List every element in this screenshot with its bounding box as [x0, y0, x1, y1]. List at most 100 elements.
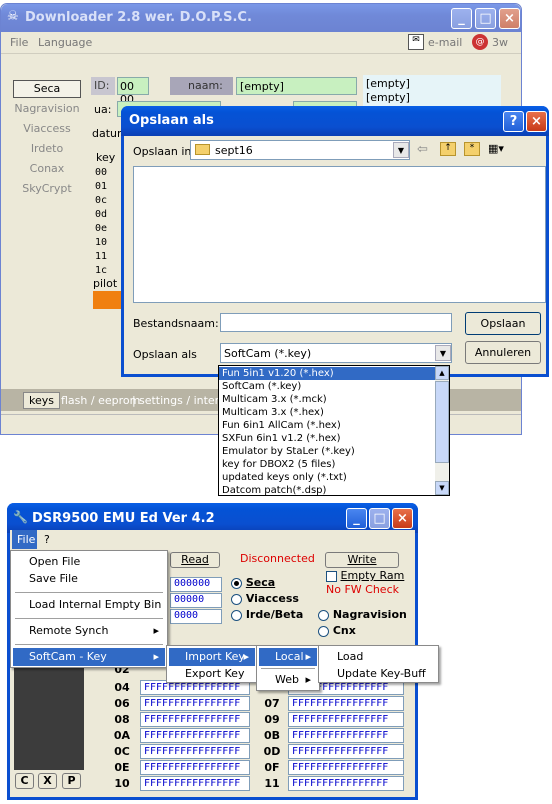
radio-viaccess-dot[interactable] — [231, 593, 242, 605]
system-skycrypt[interactable]: SkyCrypt — [11, 182, 83, 195]
cancel-button[interactable]: Annuleren — [465, 341, 541, 364]
dsr-minimize-button[interactable]: _ — [346, 508, 367, 529]
dsr-menu-help[interactable]: ? — [44, 533, 50, 546]
menu-web[interactable]: Web ▸ — [259, 671, 317, 689]
dsr-titlebar[interactable]: 🔧 DSR9500 EMU Ed Ver 4.2 _ □ × — [7, 503, 418, 533]
type-option[interactable]: SXFun 6in1 v1.2 (*.hex) — [219, 432, 435, 445]
empty-ram-check[interactable]: Empty Ram — [326, 569, 404, 582]
dsr-maximize-button[interactable]: □ — [369, 508, 390, 529]
radio-seca[interactable]: Seca — [231, 576, 275, 589]
menu-load[interactable]: Load — [321, 648, 436, 666]
type-combo[interactable]: SoftCam (*.key) ▼ — [220, 343, 452, 363]
type-option[interactable]: updated keys only (*.txt) — [219, 471, 435, 484]
read-button[interactable]: Read — [170, 552, 220, 568]
system-irdeto[interactable]: Irdeto — [11, 142, 83, 155]
type-option[interactable]: Fun 5in1 v1.20 (*.hex) — [219, 367, 435, 380]
type-option[interactable]: Multicam 3.x (*.mck) — [219, 393, 435, 406]
key-value[interactable]: FFFFFFFFFFFFFFFF — [140, 696, 250, 711]
key-value[interactable]: FFFFFFFFFFFFFFFF — [288, 760, 404, 775]
menu-language[interactable]: Language — [38, 36, 92, 49]
email-link[interactable]: e-mail — [428, 36, 462, 49]
system-nagravision[interactable]: Nagravision — [11, 102, 83, 115]
radio-nagra-dot[interactable] — [318, 609, 329, 621]
type-option[interactable]: Fun 6in1 AllCam (*.hex) — [219, 419, 435, 432]
key-value[interactable]: FFFFFFFFFFFFFFFF — [140, 760, 250, 775]
dropdown-scrollbar[interactable]: ▲ ▼ — [435, 366, 449, 495]
menu-save-file[interactable]: Save File — [13, 570, 165, 588]
key-value[interactable]: FFFFFFFFFFFFFFFF — [288, 744, 404, 759]
dialog-close-button[interactable]: × — [526, 111, 547, 132]
system-viaccess[interactable]: Viaccess — [11, 122, 83, 135]
key-value[interactable]: FFFFFFFFFFFFFFFF — [140, 712, 250, 727]
system-conax[interactable]: Conax — [11, 162, 83, 175]
system-seca[interactable]: Seca — [13, 80, 81, 98]
back-icon[interactable]: ⇦ — [417, 142, 428, 157]
radio-cnx-dot[interactable] — [318, 625, 329, 637]
menu-export-key[interactable]: Export Key — [169, 665, 255, 683]
menu-load-empty-bin[interactable]: Load Internal Empty Bin — [13, 596, 165, 614]
radio-cnx[interactable]: Cnx — [318, 624, 356, 637]
scroll-thumb[interactable] — [435, 381, 449, 463]
radio-seca-dot[interactable] — [231, 577, 242, 589]
minimize-button[interactable]: _ — [451, 8, 472, 29]
save-dialog-titlebar[interactable]: Opslaan als ? × — [121, 106, 549, 136]
close-button[interactable]: × — [499, 8, 520, 29]
filename-input[interactable] — [220, 313, 452, 332]
key-value[interactable]: FFFFFFFFFFFFFFFF — [288, 696, 404, 711]
button-x[interactable]: X — [38, 773, 57, 789]
key-value[interactable]: FFFFFFFFFFFFFFFF — [288, 728, 404, 743]
key-index: 06 — [114, 697, 130, 710]
email-icon[interactable]: ✉ — [408, 34, 424, 50]
type-option[interactable]: Emulator by StaLer (*.key) — [219, 445, 435, 458]
tab-keys[interactable]: keys — [23, 392, 60, 409]
radio-viaccess[interactable]: Viaccess — [231, 592, 299, 605]
menu-remote-synch[interactable]: Remote Synch ▸ — [13, 622, 165, 640]
view-menu-icon[interactable]: ▦▾ — [488, 142, 504, 155]
menu-update-key-buff[interactable]: Update Key-Buff — [321, 665, 436, 683]
menu-import-key[interactable]: Import Key ▸ — [169, 648, 255, 666]
combo-arrow-icon[interactable]: ▼ — [393, 142, 409, 158]
help-button[interactable]: ? — [503, 111, 524, 132]
button-c[interactable]: C — [15, 773, 34, 789]
web-icon[interactable]: @ — [472, 34, 488, 50]
save-button[interactable]: Opslaan — [465, 312, 541, 335]
file-list-area[interactable] — [133, 166, 546, 303]
type-option[interactable]: SoftCam (*.key) — [219, 380, 435, 393]
downloader-titlebar[interactable]: ☠ Downloader 2.8 wer. D.O.P.S.C. _ □ × — [1, 4, 521, 32]
key-value[interactable]: FFFFFFFFFFFFFFFF — [140, 744, 250, 759]
type-arrow-icon[interactable]: ▼ — [435, 345, 451, 361]
save-in-combo[interactable]: sept16 ▼ — [190, 140, 410, 160]
key-value[interactable]: FFFFFFFFFFFFFFFF — [140, 728, 250, 743]
radio-irde[interactable]: Irde/Beta — [231, 608, 303, 621]
dsr-close-button[interactable]: × — [392, 508, 413, 529]
empty-ram-checkbox[interactable] — [326, 570, 337, 582]
dsr-menu-file[interactable]: File — [12, 530, 37, 549]
menu-file[interactable]: File — [10, 36, 28, 49]
menu-softcam-key[interactable]: SoftCam - Key ▸ — [13, 648, 165, 666]
top-field-2[interactable]: 00000 — [170, 593, 222, 608]
radio-irde-dot[interactable] — [231, 609, 242, 621]
key-value[interactable]: FFFFFFFFFFFFFFFF — [288, 776, 404, 791]
key-value[interactable]: FFFFFFFFFFFFFFFF — [140, 776, 250, 791]
web-link[interactable]: 3w — [492, 36, 508, 49]
type-option[interactable]: Multicam 3.x (*.hex) — [219, 406, 435, 419]
tab-flash-eeprom[interactable]: flash / eeprom — [61, 394, 140, 407]
type-option[interactable]: Datcom patch(*.dsp) — [219, 484, 435, 497]
naam-field[interactable]: [empty] — [236, 77, 357, 95]
menu-open-file[interactable]: Open File — [13, 553, 165, 571]
write-button[interactable]: Write — [325, 552, 399, 568]
id-field[interactable]: 00 00 — [117, 77, 149, 106]
menu-local[interactable]: Local ▸ — [259, 648, 317, 666]
top-field-1[interactable]: 000000 — [170, 577, 222, 592]
type-option[interactable]: key for DBOX2 (5 files) — [219, 458, 435, 471]
top-field-3[interactable]: 0000 — [170, 609, 222, 624]
scroll-up-icon[interactable]: ▲ — [435, 366, 449, 380]
radio-nagravision[interactable]: Nagravision — [318, 608, 407, 621]
button-p[interactable]: P — [62, 773, 81, 789]
key-value[interactable]: FFFFFFFFFFFFFFFF — [288, 712, 404, 727]
submenu-arrow-icon: ▸ — [153, 624, 159, 637]
up-folder-icon[interactable]: ↑ — [440, 142, 456, 156]
scroll-down-icon[interactable]: ▼ — [435, 481, 449, 495]
new-folder-icon[interactable]: * — [464, 142, 480, 156]
maximize-button[interactable]: □ — [475, 8, 496, 29]
